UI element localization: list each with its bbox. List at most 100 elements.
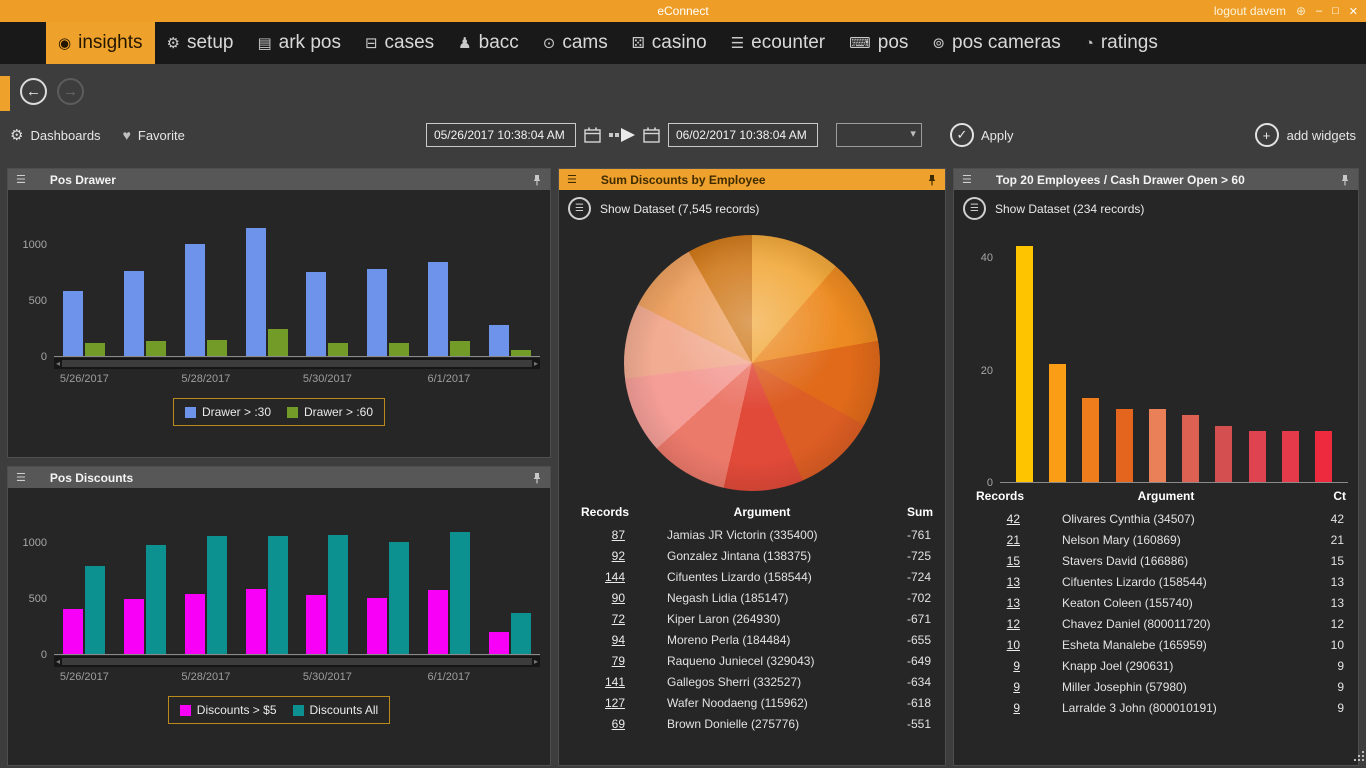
records-link[interactable]: 72 bbox=[612, 612, 625, 626]
bar[interactable] bbox=[85, 565, 106, 654]
bar[interactable] bbox=[488, 631, 509, 654]
nav-tab-insights[interactable]: ◉ insights bbox=[46, 22, 155, 64]
records-link[interactable]: 9 bbox=[1013, 680, 1020, 694]
records-link[interactable]: 69 bbox=[612, 717, 625, 731]
bar[interactable] bbox=[1016, 246, 1033, 482]
column-header[interactable]: Argument bbox=[1046, 485, 1286, 508]
bar[interactable] bbox=[146, 544, 167, 654]
network-icon[interactable]: ⊕ bbox=[1296, 4, 1306, 18]
records-link[interactable]: 79 bbox=[612, 654, 625, 668]
scrollbar-thumb[interactable] bbox=[62, 658, 532, 665]
column-header[interactable]: Argument bbox=[651, 501, 873, 524]
records-link[interactable]: 9 bbox=[1013, 659, 1020, 673]
bar[interactable] bbox=[306, 272, 327, 356]
bar[interactable] bbox=[328, 342, 349, 356]
pin-icon[interactable] bbox=[1340, 174, 1350, 186]
bar[interactable] bbox=[267, 535, 288, 654]
records-link[interactable]: 94 bbox=[612, 633, 625, 647]
records-link[interactable]: 13 bbox=[1007, 596, 1020, 610]
bar[interactable] bbox=[63, 609, 84, 654]
sum-discounts-header[interactable]: ☰ Sum Discounts by Employee bbox=[559, 169, 945, 190]
nav-tab-cams[interactable]: ⊙ cams bbox=[531, 22, 620, 64]
records-link[interactable]: 87 bbox=[612, 528, 625, 542]
bar[interactable] bbox=[206, 535, 227, 654]
pin-icon[interactable] bbox=[532, 472, 542, 484]
bar[interactable] bbox=[389, 542, 410, 654]
chart-scrollbar[interactable]: ◂ ▸ bbox=[54, 656, 540, 667]
records-link[interactable]: 144 bbox=[605, 570, 625, 584]
show-dataset-button[interactable]: ☰ Show Dataset (234 records) bbox=[954, 190, 1358, 223]
nav-tab-ecounter[interactable]: ☰ ecounter bbox=[719, 22, 837, 64]
bar[interactable] bbox=[1115, 409, 1133, 482]
nav-tab-setup[interactable]: ⚙ setup bbox=[155, 22, 246, 64]
discounts-pie-chart[interactable] bbox=[624, 235, 880, 491]
records-link[interactable]: 21 bbox=[1007, 533, 1020, 547]
bar[interactable] bbox=[206, 340, 227, 356]
bar[interactable] bbox=[1082, 397, 1100, 482]
maximize-button[interactable]: □ bbox=[1332, 5, 1339, 17]
top20-header[interactable]: ☰ Top 20 Employees / Cash Drawer Open > … bbox=[954, 169, 1358, 190]
column-header[interactable]: Records bbox=[559, 501, 651, 524]
bar[interactable] bbox=[389, 342, 410, 356]
minimize-button[interactable]: – bbox=[1316, 5, 1322, 17]
bar[interactable] bbox=[306, 594, 327, 654]
column-header[interactable]: Ct bbox=[1286, 485, 1358, 508]
records-link[interactable]: 10 bbox=[1007, 638, 1020, 652]
forward-button[interactable]: → bbox=[57, 78, 84, 105]
bar[interactable] bbox=[1049, 364, 1067, 482]
nav-tab-bacc[interactable]: ♟ bacc bbox=[446, 22, 531, 64]
bar[interactable] bbox=[1281, 431, 1299, 482]
bar[interactable] bbox=[510, 350, 531, 356]
date-to-input[interactable] bbox=[667, 123, 818, 147]
bar[interactable] bbox=[367, 268, 388, 356]
bar[interactable] bbox=[1148, 409, 1166, 482]
bar[interactable] bbox=[510, 612, 531, 654]
bar[interactable] bbox=[124, 599, 145, 654]
bar[interactable] bbox=[63, 291, 84, 356]
pin-icon[interactable] bbox=[927, 174, 937, 186]
bar[interactable] bbox=[427, 262, 448, 356]
records-link[interactable]: 12 bbox=[1007, 617, 1020, 631]
records-link[interactable]: 42 bbox=[1007, 512, 1020, 526]
close-button[interactable]: ✕ bbox=[1349, 5, 1358, 18]
resize-grip-icon[interactable] bbox=[1354, 749, 1365, 767]
favorite-button[interactable]: ♥ Favorite bbox=[123, 127, 185, 143]
records-link[interactable]: 13 bbox=[1007, 575, 1020, 589]
nav-tab-ratings[interactable]: ◔ ratings bbox=[1073, 22, 1170, 64]
pos-discounts-header[interactable]: ☰ Pos Discounts bbox=[8, 467, 550, 488]
bar[interactable] bbox=[267, 329, 288, 356]
scroll-right-icon[interactable]: ▸ bbox=[532, 359, 540, 368]
records-link[interactable]: 90 bbox=[612, 591, 625, 605]
nav-tab-pos-cameras[interactable]: ⊚ pos cameras bbox=[920, 22, 1072, 64]
bar[interactable] bbox=[1248, 431, 1266, 482]
bar[interactable] bbox=[427, 590, 448, 654]
records-link[interactable]: 127 bbox=[605, 696, 625, 710]
add-widgets-button[interactable]: + add widgets bbox=[1254, 123, 1356, 147]
logout-link[interactable]: logout davem bbox=[1214, 4, 1286, 18]
panel-menu-icon[interactable]: ☰ bbox=[962, 173, 972, 186]
show-dataset-button[interactable]: ☰ Show Dataset (7,545 records) bbox=[559, 190, 945, 223]
records-link[interactable]: 15 bbox=[1007, 554, 1020, 568]
bar[interactable] bbox=[85, 342, 106, 356]
bar[interactable] bbox=[328, 534, 349, 654]
dashboards-menu[interactable]: ⚙ Dashboards bbox=[10, 126, 101, 144]
nav-tab-pos[interactable]: ⌨ pos bbox=[837, 22, 920, 64]
bar[interactable] bbox=[488, 324, 509, 356]
nav-tab-casino[interactable]: ⚄ casino bbox=[620, 22, 719, 64]
bar[interactable] bbox=[184, 593, 205, 654]
bar[interactable] bbox=[367, 598, 388, 654]
records-link[interactable]: 9 bbox=[1013, 701, 1020, 715]
pos-drawer-header[interactable]: ☰ Pos Drawer bbox=[8, 169, 550, 190]
panel-menu-icon[interactable]: ☰ bbox=[16, 471, 26, 484]
nav-tab-ark-pos[interactable]: ▤ ark pos bbox=[245, 22, 353, 64]
column-header[interactable]: Sum bbox=[873, 501, 945, 524]
interval-select[interactable]: ▾ bbox=[835, 123, 922, 147]
calendar-to-icon[interactable] bbox=[643, 127, 660, 143]
records-link[interactable]: 141 bbox=[605, 675, 625, 689]
bar[interactable] bbox=[184, 244, 205, 356]
bar[interactable] bbox=[1314, 431, 1332, 482]
bar[interactable] bbox=[146, 341, 167, 356]
apply-button[interactable]: ✓ Apply bbox=[949, 123, 1013, 147]
calendar-from-icon[interactable] bbox=[584, 127, 601, 143]
scrollbar-thumb[interactable] bbox=[62, 360, 532, 367]
